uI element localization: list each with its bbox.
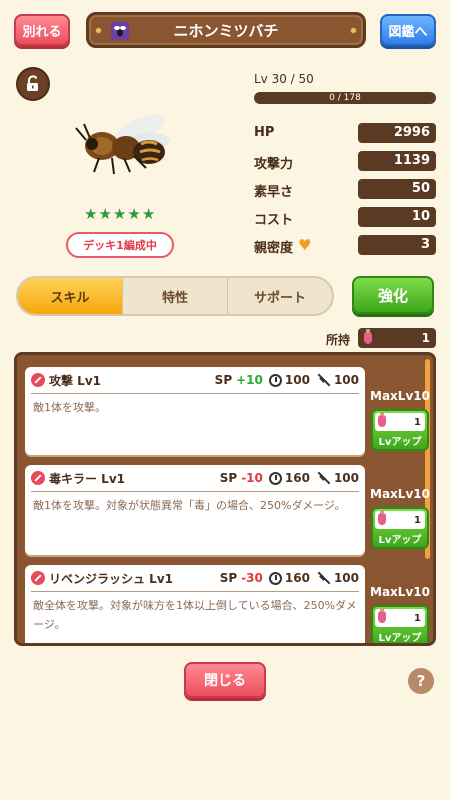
tab-traits[interactable]: 特性 <box>123 278 228 314</box>
lvup-count: 1 <box>414 514 421 526</box>
sp-label: SP <box>219 471 238 485</box>
stat-label: 攻撃力 <box>254 157 294 172</box>
title-plate: ニホンミツバチ <box>86 12 366 48</box>
skill-time: 160 <box>284 471 310 485</box>
lvup-count: 1 <box>414 416 421 428</box>
sword-icon <box>318 374 330 386</box>
lvup-count: 1 <box>414 612 421 624</box>
sp-label: SP <box>214 373 233 387</box>
attack-icon <box>31 571 45 585</box>
owned-label: 所持 <box>326 333 351 347</box>
star-icon: ★ <box>112 205 127 223</box>
stat-value: 3 <box>358 235 436 255</box>
potion-icon <box>364 329 372 344</box>
deck-badge: デッキ1編成中 <box>66 232 174 258</box>
skill-name: リベンジラッシュ Lv1 <box>49 571 173 586</box>
sp-value: -10 <box>241 471 263 485</box>
bee-type-icon <box>111 22 129 40</box>
star-icon: ★ <box>84 205 98 223</box>
star-icon: ★ <box>127 205 141 223</box>
rarity-stars: ★ ★ ★ ★ ★ <box>84 206 160 222</box>
heart-icon: ♥ <box>298 236 312 254</box>
star-icon: ★ <box>98 205 112 223</box>
enhance-button[interactable]: 強化 <box>352 276 434 314</box>
clock-icon <box>268 373 282 387</box>
skill-time: 160 <box>284 571 310 585</box>
close-button[interactable]: 閉じる <box>184 662 266 698</box>
stat-label: 素早さ <box>254 185 294 200</box>
max-level: MaxLv10 <box>370 389 430 403</box>
skill-name: 攻撃 Lv1 <box>49 373 101 388</box>
skill-time: 100 <box>284 373 310 387</box>
sword-icon <box>318 572 330 584</box>
tab-skill[interactable]: スキル <box>18 278 123 314</box>
skill-description: 敵1体を攻撃。 <box>33 401 106 414</box>
stat-value: 50 <box>358 179 436 199</box>
skill-card[interactable]: 毒キラー Lv1 SP -10 160 100 敵1体を攻撃。対象が状態異常「毒… <box>25 465 365 555</box>
help-button[interactable]: ? <box>408 668 434 694</box>
stat-label: HP <box>254 125 275 140</box>
skill-power: 100 <box>333 571 359 585</box>
stat-row: 親密度 ♥ 3 <box>254 234 436 258</box>
lvup-label: Lvアップ <box>378 633 422 644</box>
encyclopedia-button[interactable]: 図鑑へ <box>380 14 436 46</box>
potion-icon <box>378 412 386 427</box>
level-up-button[interactable]: 1 Lvアップ <box>371 409 429 451</box>
skill-card[interactable]: リベンジラッシュ Lv1 SP -30 160 100 敵全体を攻撃。対象が味方… <box>25 565 365 643</box>
attack-icon <box>31 471 45 485</box>
star-icon: ★ <box>141 205 156 223</box>
max-level: MaxLv10 <box>370 585 430 599</box>
lvup-label: Lvアップ <box>378 535 422 546</box>
tab-support[interactable]: サポート <box>228 278 332 314</box>
stat-row: 攻撃力 1139 <box>254 150 436 174</box>
level-text: Lv 30 / 50 <box>254 72 314 86</box>
page-title: ニホンミツバチ <box>173 21 279 40</box>
owned-count: 1 <box>358 328 436 348</box>
sword-icon <box>318 472 330 484</box>
bolt-icon <box>350 27 357 34</box>
stat-label: 親密度 <box>254 241 294 256</box>
lvup-label: Lvアップ <box>378 437 422 448</box>
max-level: MaxLv10 <box>370 487 430 501</box>
skill-power: 100 <box>333 471 359 485</box>
skill-description: 敵1体を攻撃。対象が状態異常「毒」の場合、250%ダメージ。 <box>33 499 346 512</box>
skill-card[interactable]: 攻撃 Lv1 SP +10 100 100 敵1体を攻撃。 <box>25 367 365 455</box>
skill-power: 100 <box>333 373 359 387</box>
skill-panel[interactable]: 攻撃 Lv1 SP +10 100 100 敵1体を攻撃。 MaxLv10 1 … <box>14 352 436 646</box>
stat-label: コスト <box>254 213 294 228</box>
tab-bar: スキル 特性 サポート <box>16 276 334 316</box>
clock-icon <box>268 471 282 485</box>
stat-value: 2996 <box>358 123 436 143</box>
stat-value: 1139 <box>358 151 436 171</box>
bolt-icon <box>95 27 102 34</box>
leave-button[interactable]: 別れる <box>14 14 70 46</box>
clock-icon <box>268 571 282 585</box>
lock-icon[interactable] <box>16 67 50 101</box>
stat-row: コスト 10 <box>254 206 436 230</box>
bee-image <box>64 100 184 190</box>
skill-description: 敵全体を攻撃。対象が味方を1体以上倒している場合、250%ダメージ。 <box>33 599 357 631</box>
level-up-button[interactable]: 1 Lvアップ <box>371 507 429 549</box>
stat-row: 素早さ 50 <box>254 178 436 202</box>
attack-icon <box>31 373 45 387</box>
owned-value: 1 <box>421 331 430 345</box>
sp-value: +10 <box>236 373 263 387</box>
potion-icon <box>378 510 386 525</box>
potion-icon <box>378 608 386 623</box>
skill-name: 毒キラー Lv1 <box>49 471 125 486</box>
sp-value: -30 <box>241 571 263 585</box>
level-up-button[interactable]: 1 Lvアップ <box>371 605 429 644</box>
sp-label: SP <box>219 571 238 585</box>
exp-bar: 0 / 178 <box>254 92 436 104</box>
stat-value: 10 <box>358 207 436 227</box>
exp-text: 0 / 178 <box>329 93 361 103</box>
stat-row: HP 2996 <box>254 122 436 146</box>
